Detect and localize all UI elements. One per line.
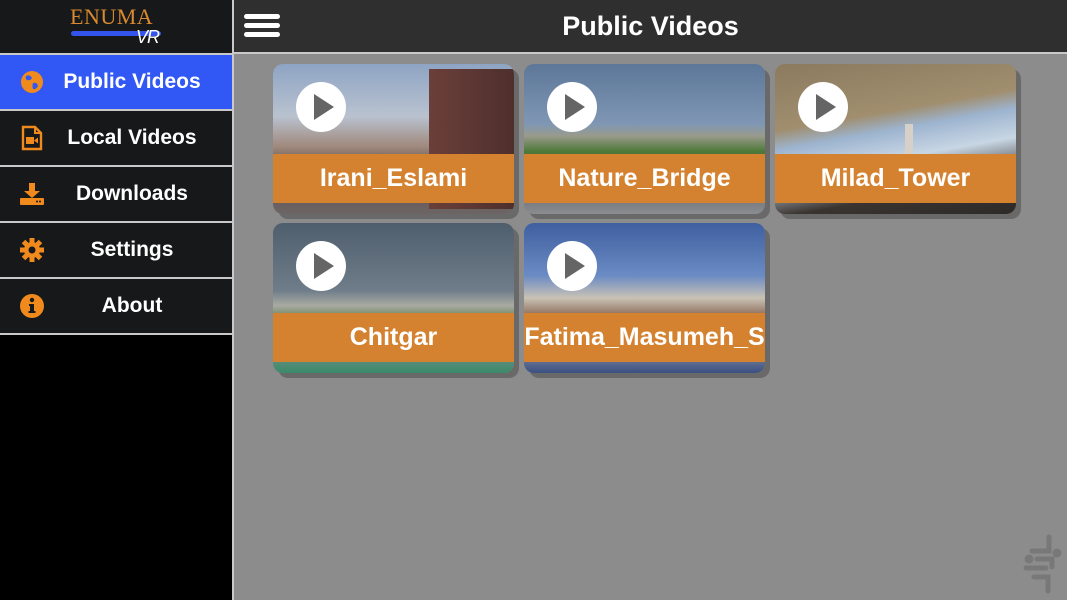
video-card-milad-tower[interactable]: Milad_Tower xyxy=(775,64,1016,214)
video-title: Nature_Bridge xyxy=(524,154,765,203)
sidebar-item-settings[interactable]: Settings xyxy=(0,223,232,279)
video-card-chitgar[interactable]: Chitgar xyxy=(273,223,514,373)
sidebar: ENUMA VR Public Videos Local Videos Down… xyxy=(0,0,232,600)
sidebar-item-about[interactable]: About xyxy=(0,279,232,335)
gear-icon xyxy=(19,237,45,263)
download-icon xyxy=(19,181,45,207)
video-card-fatima-masumeh[interactable]: Fatima_Masumeh_S xyxy=(524,223,765,373)
video-card-irani-eslami[interactable]: Irani_Eslami xyxy=(273,64,514,214)
video-file-icon xyxy=(19,125,45,151)
play-icon[interactable] xyxy=(547,241,597,291)
play-icon[interactable] xyxy=(547,82,597,132)
video-title: Fatima_Masumeh_S xyxy=(524,313,765,362)
info-icon xyxy=(19,293,45,319)
video-title: Irani_Eslami xyxy=(273,154,514,203)
sidebar-item-public-videos[interactable]: Public Videos xyxy=(0,55,232,111)
top-app-bar: Public Videos xyxy=(234,0,1067,54)
sidebar-item-local-videos[interactable]: Local Videos xyxy=(0,111,232,167)
app-logo: ENUMA VR xyxy=(0,0,232,55)
play-icon[interactable] xyxy=(798,82,848,132)
sidebar-item-downloads[interactable]: Downloads xyxy=(0,167,232,223)
logo-subtext: VR xyxy=(136,27,160,47)
sidebar-divider xyxy=(232,0,234,600)
globe-icon xyxy=(19,69,45,95)
video-card-nature-bridge[interactable]: Nature_Bridge xyxy=(524,64,765,214)
play-icon[interactable] xyxy=(296,241,346,291)
page-title: Public Videos xyxy=(562,11,739,41)
video-title: Milad_Tower xyxy=(775,154,1016,203)
video-title: Chitgar xyxy=(273,313,514,362)
store-watermark-icon xyxy=(1022,533,1064,595)
play-icon[interactable] xyxy=(296,82,346,132)
